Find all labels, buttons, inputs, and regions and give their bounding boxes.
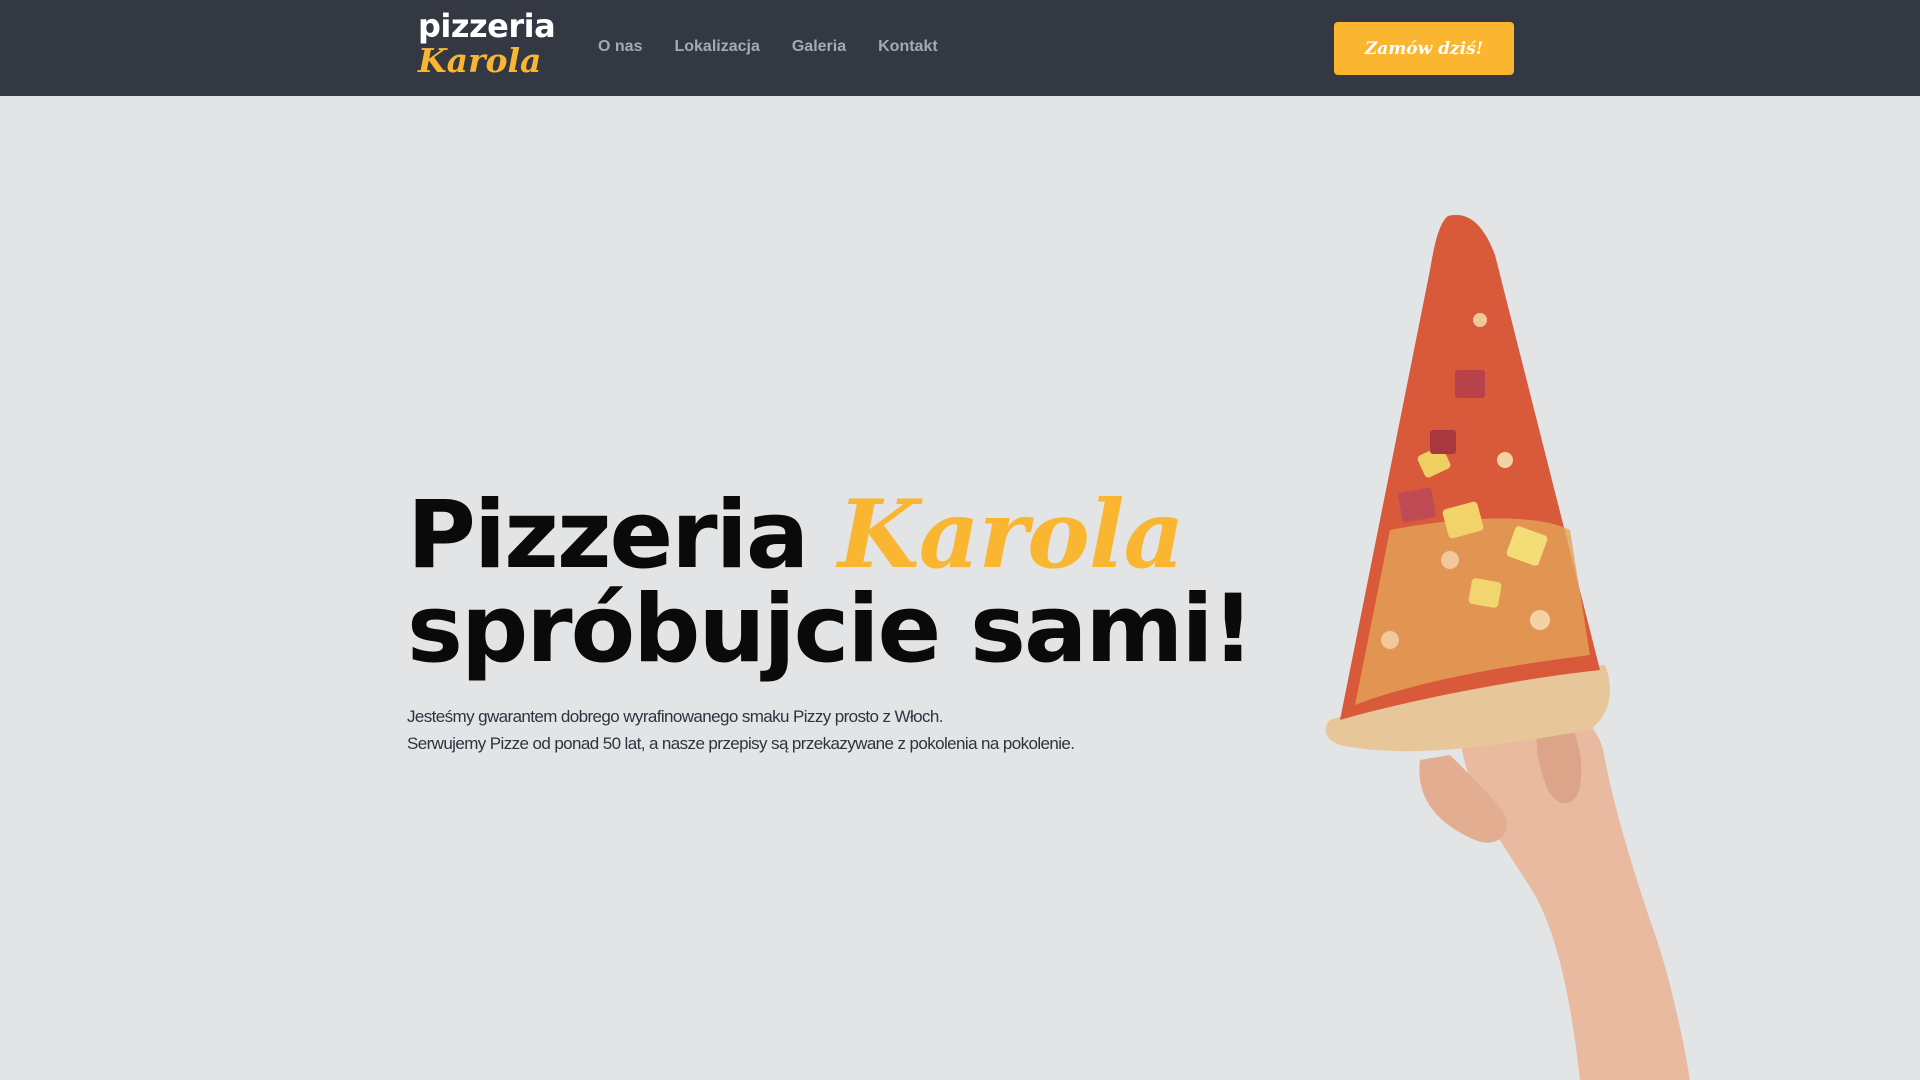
ham-piece-3 <box>1430 430 1456 454</box>
top-navbar: pizzeria Karola O nas Lokalizacja Galeri… <box>0 0 1920 96</box>
logo-text-top: pizzeria <box>418 7 556 45</box>
nav-link-about[interactable]: O nas <box>598 38 642 56</box>
hero-title-accent: Karola <box>838 480 1184 590</box>
hero-description-line-1: Jesteśmy gwarantem dobrego wyrafinowaneg… <box>407 707 944 726</box>
hero-title-line-2: spróbujcie sami! <box>407 575 1254 684</box>
hero-description: Jesteśmy gwarantem dobrego wyrafinowaneg… <box>407 703 1187 757</box>
order-now-button[interactable]: Zamów dziś! <box>1334 22 1514 75</box>
nav-link-contact[interactable]: Kontakt <box>878 38 938 56</box>
cheese-bit-1 <box>1473 313 1487 327</box>
hero-description-line-2: Serwujemy Pizze od ponad 50 lat, a nasze… <box>407 734 1075 753</box>
cheese-bit-4 <box>1530 610 1550 630</box>
cheese-bit-3 <box>1441 551 1459 569</box>
ham-piece-1 <box>1455 370 1485 398</box>
nav-link-gallery[interactable]: Galeria <box>792 38 846 56</box>
ham-piece-2 <box>1398 487 1436 523</box>
nav-link-location[interactable]: Lokalizacja <box>674 38 759 56</box>
pizza-slice-in-hand-image <box>1325 214 1690 1080</box>
logo-text-bottom: Karola <box>418 41 542 80</box>
cheese-bit-2 <box>1497 452 1513 468</box>
pineapple-piece-4 <box>1468 578 1502 608</box>
hero-title-word: Pizzeria <box>407 481 809 590</box>
main-navigation: O nas Lokalizacja Galeria Kontakt <box>598 38 938 56</box>
brand-logo[interactable]: pizzeria Karola <box>418 7 556 80</box>
cheese-bit-5 <box>1381 631 1399 649</box>
hero-title: Pizzeria Karola spróbujcie sami! <box>407 488 1254 684</box>
hero-title-line-1: Pizzeria Karola <box>407 488 1187 583</box>
hero-section: Pizzeria Karola spróbujcie sami! Jesteśm… <box>407 488 1254 757</box>
